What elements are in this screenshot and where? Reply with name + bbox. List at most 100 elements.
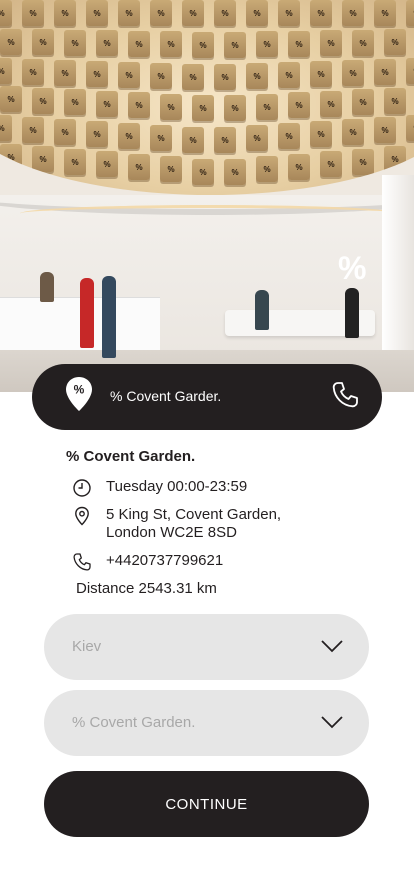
- ceiling-bag: [192, 31, 214, 58]
- ceiling-bag: [182, 127, 204, 153]
- ceiling-bag: [0, 57, 12, 84]
- ceiling-bag: [320, 151, 342, 178]
- ceiling-bag: [384, 146, 406, 173]
- ceiling-bag: [224, 95, 246, 122]
- ceiling-bag: [54, 0, 76, 26]
- address-line-2: London WC2E 8SD: [106, 524, 237, 541]
- ceiling-bag: [374, 117, 396, 143]
- ceiling-bag: [256, 93, 278, 120]
- ceiling-bag: [96, 90, 118, 117]
- photo-light-strip: [20, 205, 400, 222]
- ceiling-bag: [374, 0, 396, 26]
- store-select-value: % Covent Garden.: [72, 714, 196, 731]
- ceiling-bag: [22, 117, 44, 143]
- ceiling-bag: [0, 0, 12, 26]
- ceiling-bag: [22, 0, 44, 26]
- ceiling-bag: [182, 0, 204, 26]
- ceiling-bag: [352, 148, 374, 175]
- ceiling-bag: [0, 86, 22, 113]
- city-select[interactable]: Kiev: [44, 614, 369, 680]
- ceiling-bag: [224, 31, 246, 58]
- ceiling-bag: [192, 95, 214, 122]
- ceiling-bag: [0, 115, 12, 141]
- map-pin-percent-icon: %: [66, 377, 92, 411]
- store-select[interactable]: % Covent Garden.: [44, 690, 369, 756]
- ceiling-bag: [96, 151, 118, 178]
- ceiling-bag: [374, 58, 396, 85]
- ceiling-bag: [160, 93, 182, 120]
- ceiling-bag: [150, 125, 172, 151]
- ceiling-bag: [352, 29, 374, 56]
- photo-person: [255, 290, 269, 330]
- ceiling-bag: [118, 0, 140, 26]
- pin-glyph: %: [74, 383, 85, 397]
- store-name: % Covent Garden.: [66, 448, 196, 465]
- address: 5 King St, Covent Garden, London WC2E 8S…: [106, 506, 281, 542]
- phone-icon[interactable]: [330, 380, 360, 410]
- ceiling-bag: [310, 121, 332, 147]
- ceiling-bag: [128, 92, 150, 119]
- ceiling-bag: [86, 60, 108, 87]
- ceiling-bag: [246, 0, 268, 26]
- ceiling-bag: [342, 119, 364, 145]
- phone-row[interactable]: +4420737799621: [72, 552, 372, 572]
- selected-store-bar: % % Covent Garder.: [32, 364, 382, 430]
- ceiling-bag: [406, 0, 414, 26]
- ceiling-bag: [278, 123, 300, 149]
- continue-button[interactable]: CONTINUE: [44, 771, 369, 837]
- ceiling-bag: [320, 30, 342, 57]
- ceiling-bag: [384, 87, 406, 114]
- ceiling-bag: [342, 0, 364, 26]
- ceiling-bag: [310, 0, 332, 26]
- ceiling-bag: [320, 90, 342, 117]
- ceiling-bag: [182, 63, 204, 90]
- ceiling-bag: [64, 89, 86, 116]
- ceiling-bag: [118, 123, 140, 149]
- phone-icon: [73, 553, 91, 571]
- photo-person: [345, 288, 359, 338]
- ceiling-bag: [342, 59, 364, 86]
- ceiling-bag: [86, 0, 108, 26]
- wall-logo: %: [338, 250, 367, 286]
- ceiling-bag: [256, 31, 278, 58]
- distance: Distance 2543.31 km: [76, 580, 217, 597]
- chevron-down-icon: [321, 640, 343, 653]
- phone-number[interactable]: +4420737799621: [106, 552, 223, 570]
- ceiling-bag: [278, 0, 300, 26]
- ceiling-bag: [352, 89, 374, 116]
- ceiling-bag: [32, 29, 54, 56]
- ceiling-bag: [64, 148, 86, 175]
- ceiling-bag: [384, 29, 406, 56]
- ceiling-bag: [406, 57, 414, 84]
- photo-pillar: [382, 175, 414, 350]
- ceiling-bag: [310, 60, 332, 87]
- ceiling-bag: [406, 115, 414, 141]
- opening-hours: Tuesday 00:00-23:59: [106, 478, 248, 495]
- ceiling-bag: [128, 30, 150, 57]
- ceiling-bag: [288, 92, 310, 119]
- ceiling-bag: [96, 30, 118, 57]
- photo-person: [40, 272, 54, 302]
- ceiling-bag: [86, 121, 108, 147]
- ceiling-bag: [246, 125, 268, 151]
- ceiling-bag: [214, 63, 236, 90]
- city-select-value: Kiev: [72, 638, 102, 655]
- photo-person: [80, 278, 94, 348]
- ceiling-bag: [150, 62, 172, 89]
- store-bar-title: % Covent Garder.: [110, 388, 222, 404]
- ceiling-bag: [214, 127, 236, 153]
- ceiling-bag: [246, 62, 268, 89]
- location-pin-icon: [75, 506, 89, 526]
- ceiling-bag: [288, 30, 310, 57]
- store-photo: %: [0, 0, 414, 392]
- ceiling-bag: [54, 59, 76, 86]
- photo-person: [102, 276, 116, 358]
- address-row: 5 King St, Covent Garden, London WC2E 8S…: [72, 506, 372, 544]
- chevron-down-icon: [321, 716, 343, 729]
- ceiling-bag: [278, 61, 300, 88]
- ceiling-bag: [0, 143, 22, 170]
- ceiling-bag: [64, 29, 86, 56]
- ceiling-bag: [32, 146, 54, 173]
- ceiling-bag: [160, 31, 182, 58]
- hours-row: Tuesday 00:00-23:59: [72, 478, 372, 498]
